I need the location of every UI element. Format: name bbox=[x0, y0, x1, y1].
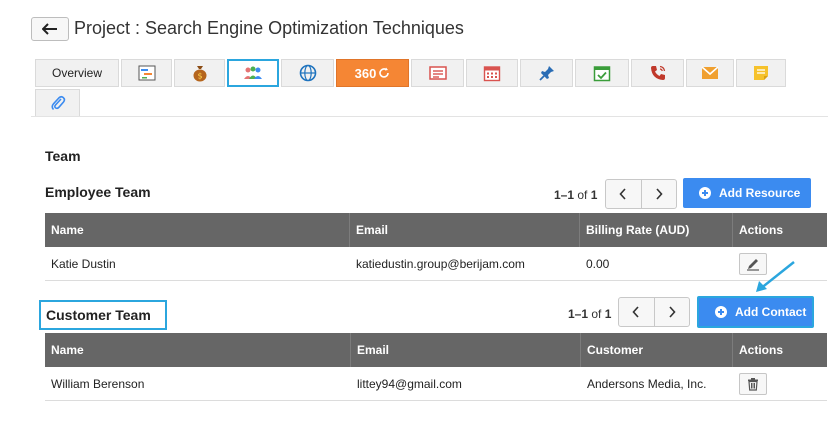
tab-team[interactable] bbox=[227, 59, 279, 87]
customer-pager-count: 1–1 of 1 bbox=[568, 307, 611, 321]
tab-web[interactable] bbox=[281, 59, 334, 87]
team-heading: Team bbox=[45, 148, 81, 164]
employee-team-heading: Employee Team bbox=[45, 184, 151, 200]
tab-360-view[interactable]: 360 bbox=[336, 59, 409, 87]
arrow-left-icon bbox=[42, 23, 57, 35]
employee-team-table: Name Email Billing Rate (AUD) Actions Ka… bbox=[45, 213, 827, 281]
employee-col-name: Name bbox=[45, 213, 350, 247]
tab-gantt[interactable] bbox=[121, 59, 172, 87]
chevron-left-icon bbox=[632, 306, 639, 318]
trash-icon bbox=[748, 377, 758, 391]
tabs-divider bbox=[31, 116, 828, 117]
page-title: Project : Search Engine Optimization Tec… bbox=[74, 18, 464, 38]
customer-col-actions: Actions bbox=[739, 343, 784, 357]
add-resource-button[interactable]: Add Resource bbox=[683, 178, 811, 208]
tab-overview-label: Overview bbox=[51, 66, 102, 80]
tab-calendar[interactable] bbox=[466, 59, 518, 87]
tab-email[interactable] bbox=[686, 59, 734, 87]
customer-actions-cell bbox=[733, 367, 827, 400]
employee-pager-of: of bbox=[577, 188, 588, 202]
tab-attachments[interactable] bbox=[35, 89, 80, 117]
invoice-icon bbox=[428, 66, 447, 80]
gantt-chart-icon bbox=[138, 65, 155, 81]
employee-rate-cell: 0.00 bbox=[586, 256, 610, 271]
customer-col-customer: Customer bbox=[581, 333, 733, 367]
svg-text:$: $ bbox=[197, 72, 202, 81]
tab-pin[interactable] bbox=[520, 59, 573, 87]
customer-team-heading: Customer Team bbox=[46, 307, 151, 323]
customer-pager-total: 1 bbox=[604, 307, 612, 321]
chevron-right-icon bbox=[669, 306, 676, 318]
employee-col-actions: Actions bbox=[739, 223, 784, 237]
employee-pager-total: 1 bbox=[590, 188, 598, 202]
customer-pager bbox=[618, 297, 690, 327]
customer-pager-of: of bbox=[591, 307, 602, 321]
chevron-right-icon bbox=[656, 188, 663, 200]
team-people-icon bbox=[244, 66, 262, 79]
refresh-icon bbox=[379, 67, 390, 78]
employee-col-email: Email bbox=[350, 213, 580, 247]
plus-circle-icon bbox=[699, 187, 711, 199]
customer-prev-button[interactable] bbox=[619, 298, 654, 326]
delete-button[interactable] bbox=[739, 372, 767, 395]
tab-notes[interactable] bbox=[736, 59, 786, 87]
employee-col-billing-rate: Billing Rate (AUD) bbox=[580, 213, 733, 247]
add-contact-label: Add Contact bbox=[735, 305, 807, 319]
tab-budget[interactable]: $ bbox=[174, 59, 225, 87]
customer-col-email: Email bbox=[351, 333, 581, 367]
money-bag-icon: $ bbox=[193, 66, 206, 82]
customer-team-table: Name Email Customer Actions William Bere… bbox=[45, 333, 827, 401]
pointer-arrow-icon bbox=[756, 261, 795, 292]
customer-next-button[interactable] bbox=[653, 298, 690, 326]
customer-pager-range: 1–1 bbox=[568, 307, 589, 321]
globe-icon bbox=[299, 64, 316, 82]
calendar-icon bbox=[483, 66, 501, 82]
tab-tasks[interactable] bbox=[575, 59, 629, 87]
tab-invoice[interactable] bbox=[411, 59, 464, 87]
employee-pager-range: 1–1 bbox=[554, 188, 575, 202]
paperclip-icon bbox=[50, 95, 65, 111]
employee-prev-button[interactable] bbox=[606, 180, 641, 208]
tab-360-label: 360 bbox=[354, 65, 377, 81]
customer-col-name: Name bbox=[45, 333, 351, 367]
customer-table-header: Name Email Customer Actions bbox=[45, 333, 827, 367]
employee-name-cell: Katie Dustin bbox=[51, 256, 116, 271]
employee-table-header: Name Email Billing Rate (AUD) Actions bbox=[45, 213, 827, 247]
customer-company-cell: Andersons Media, Inc. bbox=[587, 376, 707, 391]
plus-circle-icon bbox=[715, 306, 727, 318]
table-row: William Berenson littey94@gmail.com Ande… bbox=[45, 367, 827, 401]
tab-overview[interactable]: Overview bbox=[35, 59, 119, 87]
employee-pager bbox=[605, 179, 677, 209]
calendar-check-icon bbox=[593, 66, 611, 82]
chevron-left-icon bbox=[619, 188, 626, 200]
add-resource-label: Add Resource bbox=[719, 186, 801, 200]
add-contact-button[interactable]: Add Contact bbox=[697, 296, 814, 328]
pin-icon bbox=[538, 66, 554, 81]
employee-email-cell: katiedustin.group@berijam.com bbox=[356, 256, 525, 271]
envelope-icon bbox=[701, 66, 719, 79]
tab-calls[interactable] bbox=[631, 59, 684, 87]
customer-name-cell: William Berenson bbox=[51, 376, 145, 391]
phone-icon bbox=[650, 65, 665, 80]
employee-next-button[interactable] bbox=[640, 180, 677, 208]
employee-pager-count: 1–1 of 1 bbox=[554, 188, 597, 202]
back-button[interactable] bbox=[31, 17, 69, 41]
customer-email-cell: littey94@gmail.com bbox=[357, 376, 462, 391]
table-row: Katie Dustin katiedustin.group@berijam.c… bbox=[45, 247, 827, 281]
sticky-note-icon bbox=[754, 66, 768, 80]
